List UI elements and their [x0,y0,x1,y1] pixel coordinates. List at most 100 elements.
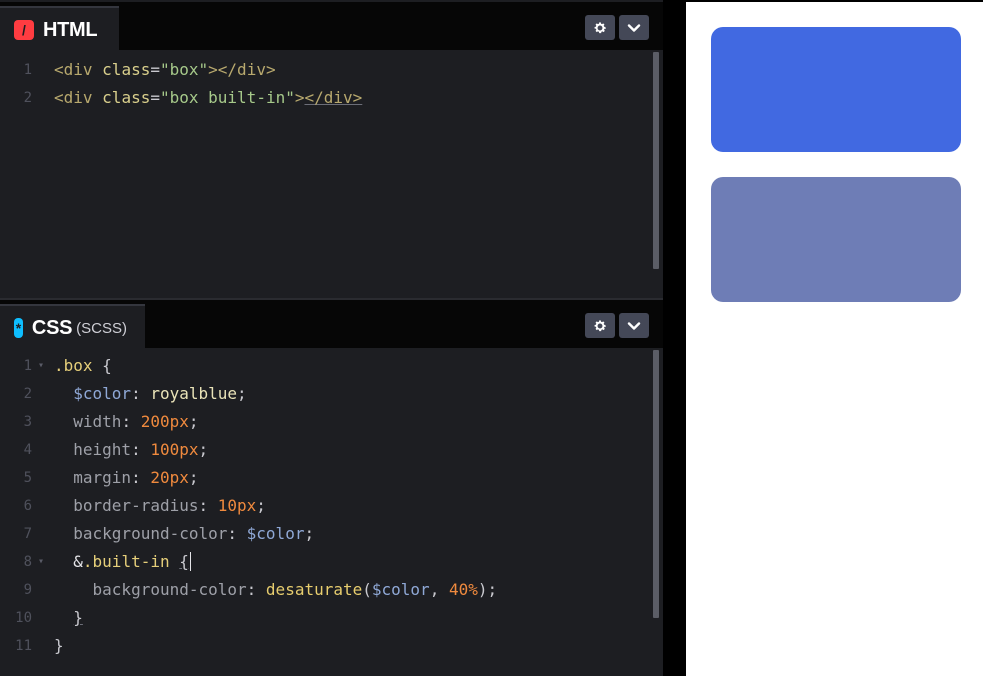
css-editor-scrollbar[interactable] [653,350,659,618]
code-token: = [150,88,160,107]
code-token: margin [73,468,132,487]
css-code-line[interactable]: 6 border-radius: 10px; [0,492,640,520]
line-number: 6 [23,498,32,514]
css-collapse-button[interactable] [619,313,649,338]
code-token: 200px [140,412,189,431]
css-code-line[interactable]: 1 ▾ .box { [0,352,640,380]
fold-arrow-icon[interactable]: ▾ [38,352,44,380]
css-editor-title: CSS [31,316,73,339]
code-token: 100px [150,440,199,459]
code-token: .box [54,356,103,375]
code-text: <div class="box built-in"></div> [54,84,362,112]
css-code-area[interactable]: 1 ▾ .box {2 $color: royalblue; 3 width: 200… [0,348,663,676]
code-token: { [102,356,112,375]
code-token: border-radius [73,496,199,515]
code-token: $color [246,524,305,543]
css-code-line[interactable]: 3 width: 200px; [0,408,640,436]
css-code-line[interactable]: 8 ▾ &.built-in { [0,548,640,576]
html-editor-tab[interactable]: / HTML [0,6,119,52]
code-token: ; [237,384,247,403]
editors-column: / HTML 1 <div class="box"></div> 2 <div … [0,0,663,676]
code-token: background-color [73,524,228,543]
preview-box-built-in [711,177,961,302]
line-number: 1 [23,358,32,374]
line-number: 4 [23,442,32,458]
chevron-down-icon [627,321,641,330]
code-text: margin: 20px; [54,464,199,492]
code-token: "box built-in" [159,88,295,107]
css-code-line[interactable]: 11} [0,632,640,660]
code-token: ; [304,524,315,543]
code-token: } [54,636,64,655]
code-token: background-color [92,580,247,599]
code-token: : [198,496,218,515]
code-text: .box { [54,352,112,380]
code-token: } [73,608,83,627]
html-editor-scrollbar[interactable] [653,52,659,269]
chevron-down-icon [627,23,641,32]
code-token: , [429,580,449,599]
css-code-line[interactable]: 9 background-color: desaturate($color, 4… [0,576,640,604]
code-token: royalblue [150,384,238,403]
line-number: 1 [23,62,32,78]
code-token: & [54,552,83,571]
code-text: background-color: desaturate($color, 40%… [54,576,498,604]
css-code-line[interactable]: 2 $color: royalblue; [0,380,640,408]
code-token: ; [256,496,266,515]
html-settings-button[interactable] [585,15,615,40]
html-slash-icon: / [14,20,34,40]
editor-preview-resizer[interactable] [663,0,686,676]
css-asterisk-icon: * [14,318,23,338]
html-editor-title: HTML [43,18,98,41]
gear-icon [594,21,606,33]
css-code-line[interactable]: 4 height: 100px; [0,436,640,464]
code-token: ; [188,468,199,487]
code-token: 20px [150,468,189,487]
code-token: 40% [448,580,478,599]
code-token: width [73,412,122,431]
code-token: { [179,552,189,571]
html-code-area[interactable]: 1 <div class="box"></div> 2 <div class="box… [0,50,663,298]
html-editor: / HTML 1 <div class="box"></div> 2 <div … [0,0,663,298]
css-code-line[interactable]: 10 } [0,604,640,632]
code-token: <div [54,60,103,79]
code-text: width: 200px; [54,408,198,436]
line-number: 3 [23,414,32,430]
code-text: &.built-in { [54,548,191,576]
html-code-line[interactable]: 1 <div class="box"></div> [0,56,640,84]
html-editor-header: / HTML [0,0,663,52]
line-number: 9 [23,582,32,598]
css-settings-button[interactable] [585,313,615,338]
code-text: border-radius: 10px; [54,492,266,520]
code-token: : [131,384,151,403]
code-text: background-color: $color; [54,520,314,548]
code-token: class [102,88,151,107]
code-token: height [73,440,132,459]
code-token: ></div> [208,60,276,79]
code-text: $color: royalblue; [54,380,247,408]
line-number: 5 [23,470,32,486]
html-code-line[interactable]: 2 <div class="box built-in"></div> [0,84,640,112]
code-token: : [121,412,141,431]
code-token: ); [477,580,498,599]
code-token: <div [54,88,103,107]
code-token: : [227,524,247,543]
result-preview [686,2,983,676]
css-code-line[interactable]: 5 margin: 20px; [0,464,640,492]
css-code-line[interactable]: 7 background-color: $color; [0,520,640,548]
line-number: 10 [15,610,32,626]
code-token: = [150,60,160,79]
html-collapse-button[interactable] [619,15,649,40]
css-editor-tab[interactable]: * CSS (SCSS) [0,304,145,350]
fold-arrow-icon[interactable]: ▾ [38,548,44,576]
line-number: 8 [23,554,32,570]
css-editor-header: * CSS (SCSS) [0,298,663,350]
css-editor: * CSS (SCSS) 1 ▾ .box {2 $color: royalb… [0,298,663,676]
